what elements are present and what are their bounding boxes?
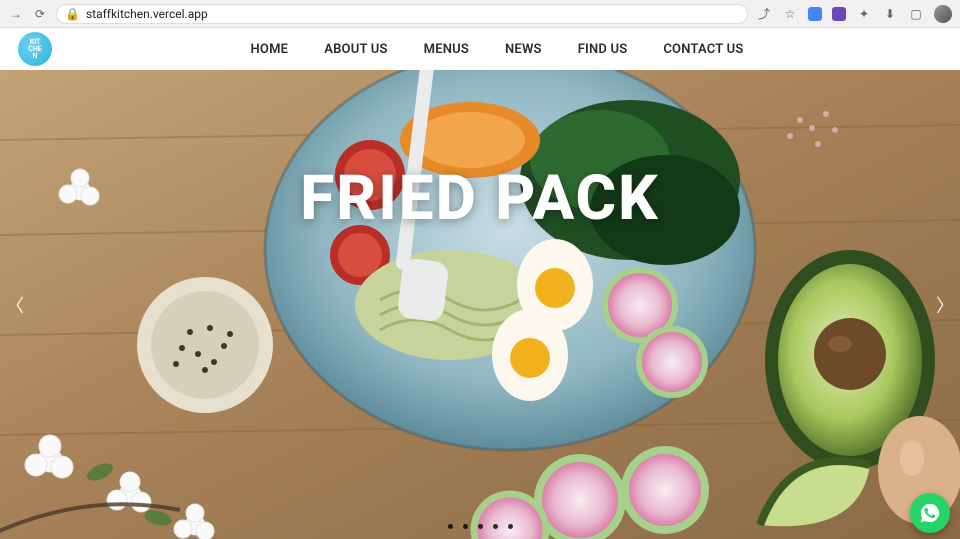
carousel-dot-2[interactable]	[463, 524, 468, 529]
carousel-next-button[interactable]: 〉	[934, 294, 956, 316]
carousel-dot-3[interactable]	[478, 524, 483, 529]
bookmark-star-icon[interactable]: ☆	[782, 6, 798, 22]
main-nav: HOME ABOUT US MENUS NEWS FIND US CONTACT…	[52, 42, 942, 57]
logo-text: KIT CHE N	[28, 39, 41, 60]
forward-button[interactable]: →	[8, 6, 24, 22]
toolbar-icons: ⤴ ☆ ✦ ⬇ ▢	[756, 5, 952, 23]
nav-find-us[interactable]: FIND US	[578, 42, 628, 57]
chevron-left-icon: 〈	[6, 292, 24, 318]
nav-about-us[interactable]: ABOUT US	[324, 42, 387, 57]
nav-news[interactable]: NEWS	[505, 42, 542, 57]
lock-icon: 🔒	[65, 7, 80, 21]
url-text: staffkitchen.vercel.app	[86, 7, 208, 21]
carousel-dots	[0, 524, 960, 529]
carousel-prev-button[interactable]: 〈	[4, 294, 26, 316]
reload-icon: ⟳	[35, 7, 45, 21]
extensions-puzzle-icon[interactable]: ✦	[856, 6, 872, 22]
nav-contact-us[interactable]: CONTACT US	[663, 42, 743, 57]
share-icon[interactable]: ⤴	[756, 6, 772, 22]
carousel-dot-5[interactable]	[508, 524, 513, 529]
reload-button[interactable]: ⟳	[32, 6, 48, 22]
hero-image	[0, 70, 960, 539]
carousel-dot-1[interactable]	[448, 524, 453, 529]
download-icon[interactable]: ⬇	[882, 6, 898, 22]
nav-menus[interactable]: MENUS	[424, 42, 469, 57]
whatsapp-icon	[919, 502, 941, 524]
whatsapp-button[interactable]	[910, 493, 950, 533]
hero-section: FRIED PACK 〈 〉	[0, 70, 960, 539]
hero-title: FRIED PACK	[0, 162, 960, 235]
forward-icon: →	[10, 7, 22, 21]
profile-avatar[interactable]	[934, 5, 952, 23]
nav-home[interactable]: HOME	[251, 42, 289, 57]
extension-icon-1[interactable]	[808, 7, 822, 21]
chevron-right-icon: 〉	[936, 292, 954, 318]
carousel-dot-4[interactable]	[493, 524, 498, 529]
install-icon[interactable]: ▢	[908, 6, 924, 22]
browser-toolbar: → ⟳ 🔒 staffkitchen.vercel.app ⤴ ☆ ✦ ⬇ ▢	[0, 0, 960, 28]
site-logo[interactable]: KIT CHE N	[18, 32, 52, 66]
site-header: KIT CHE N HOME ABOUT US MENUS NEWS FIND …	[0, 28, 960, 70]
extension-icon-2[interactable]	[832, 7, 846, 21]
address-bar[interactable]: 🔒 staffkitchen.vercel.app	[56, 4, 748, 24]
